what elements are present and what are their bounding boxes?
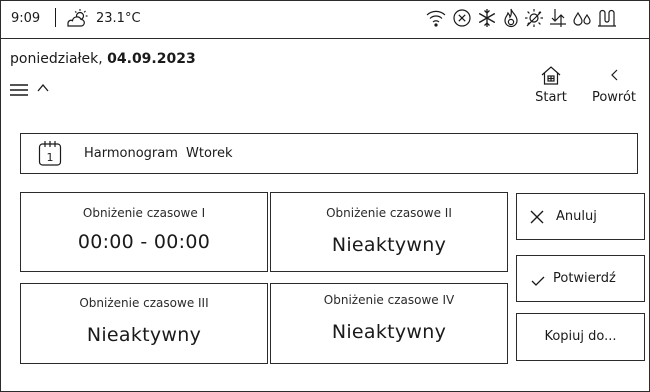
- wifi-icon: [426, 10, 446, 27]
- checkmark-icon: [531, 276, 545, 286]
- reduction-label: Obniżenie czasowe II: [326, 206, 452, 220]
- reduction-tile-4[interactable]: Obniżenie czasowe IV Nieaktywny: [270, 283, 508, 364]
- start-button[interactable]: Start: [531, 64, 571, 105]
- schedule-title: Harmonogram: [84, 146, 178, 161]
- date-value: 04.09.2023: [107, 51, 196, 67]
- chevron-left-icon: [611, 69, 618, 81]
- partly-sunny-icon: [67, 9, 88, 27]
- current-date: poniedziałek, 04.09.2023: [10, 51, 196, 67]
- reduction-value: Nieaktywny: [331, 234, 447, 256]
- confirm-button[interactable]: Potwierdź: [516, 255, 645, 302]
- schedule-day: Wtorek: [186, 146, 233, 161]
- calendar-icon: 1: [38, 141, 62, 166]
- flame-icon: [504, 8, 518, 28]
- copy-label: Kopiuj do...: [544, 329, 617, 344]
- reduction-label: Obniżenie czasowe III: [79, 296, 209, 310]
- start-label: Start: [535, 90, 567, 105]
- error-circle-icon: [453, 9, 471, 27]
- status-bar: 9:09 23.1°C: [0, 0, 650, 39]
- heat-exchanger-icon: [598, 9, 616, 27]
- divider: [55, 8, 56, 27]
- reduction-label: Obniżenie czasowe I: [82, 206, 206, 220]
- weekday: poniedziałek,: [10, 51, 103, 67]
- clock: 9:09: [11, 11, 41, 26]
- back-label: Powrót: [591, 90, 637, 105]
- chevron-up-icon[interactable]: [35, 80, 51, 96]
- reduction-tile-2[interactable]: Obniżenie czasowe II Nieaktywny: [270, 192, 508, 272]
- copy-to-button[interactable]: Kopiuj do...: [516, 313, 645, 361]
- schedule-selector[interactable]: 1 Harmonogram Wtorek: [20, 133, 638, 174]
- home-icon: [541, 66, 561, 85]
- reduction-value: Nieaktywny: [331, 321, 447, 343]
- cancel-button[interactable]: Anuluj: [516, 193, 645, 240]
- reduction-label: Obniżenie czasowe IV: [323, 293, 455, 307]
- cancel-label: Anuluj: [556, 209, 597, 224]
- outdoor-temperature: 23.1°C: [96, 11, 141, 26]
- water-drops-icon: [573, 11, 591, 26]
- snowflake-icon: [478, 9, 496, 27]
- back-button[interactable]: Powrót: [584, 64, 644, 105]
- menu-icon[interactable]: [9, 82, 29, 98]
- airflow-icon: [550, 9, 566, 27]
- reduction-value: 00:00 - 00:00: [77, 231, 211, 253]
- calendar-day-number: 1: [47, 151, 54, 164]
- close-icon: [530, 210, 544, 224]
- reduction-tile-3[interactable]: Obniżenie czasowe III Nieaktywny: [20, 283, 268, 364]
- sun-off-icon: [525, 9, 543, 27]
- reduction-tile-1[interactable]: Obniżenie czasowe I 00:00 - 00:00: [20, 192, 268, 272]
- confirm-label: Potwierdź: [553, 271, 616, 286]
- reduction-value: Nieaktywny: [86, 324, 202, 346]
